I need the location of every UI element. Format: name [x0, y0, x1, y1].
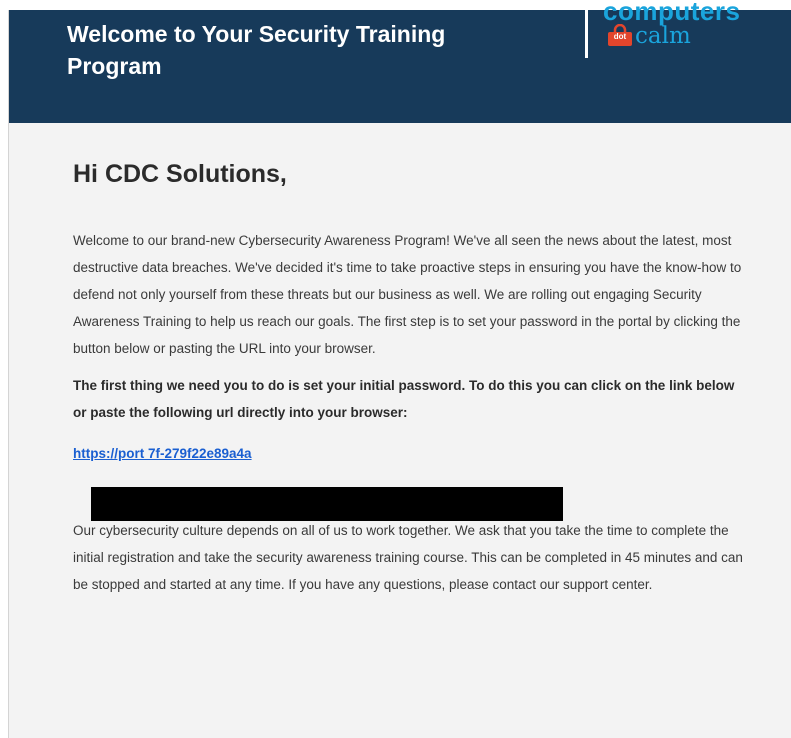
logo-dot-text: dot — [613, 32, 627, 41]
email-frame: Welcome to Your Security Training Progra… — [8, 0, 791, 738]
header-title: Welcome to Your Security Training Progra… — [67, 21, 446, 79]
intro-paragraph: Welcome to our brand-new Cybersecurity A… — [73, 233, 742, 356]
logo-divider — [585, 10, 588, 58]
password-setup-link[interactable]: https://port 7f-279f22e89a4a — [73, 440, 663, 467]
greeting: Hi CDC Solutions, — [73, 160, 287, 188]
company-logo: computers dot calm — [595, 0, 775, 60]
email-header: Welcome to Your Security Training Progra… — [9, 0, 791, 123]
instruction-paragraph: The first thing we need you to do is set… — [73, 378, 735, 420]
logo-bottom-text: calm — [635, 23, 691, 49]
closing-paragraph: Our cybersecurity culture depends on all… — [73, 523, 743, 592]
email-body: Hi CDC Solutions, Welcome to our brand-n… — [73, 123, 743, 598]
redaction-bar — [91, 487, 563, 521]
